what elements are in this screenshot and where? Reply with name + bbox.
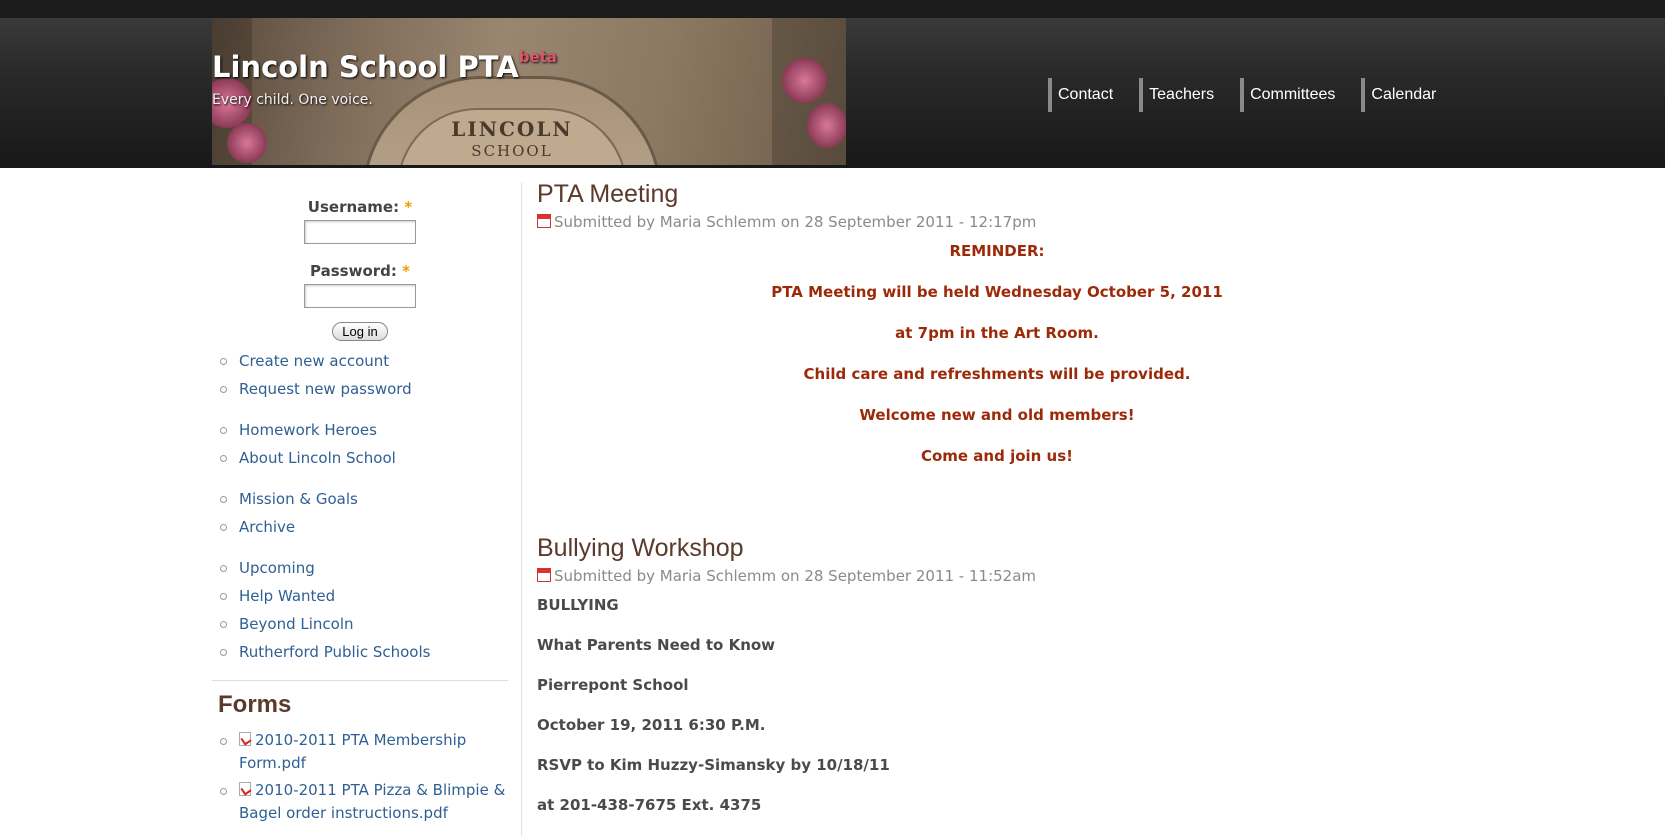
post-title[interactable]: Bullying Workshop: [537, 534, 1457, 563]
pdf-icon: [239, 732, 251, 746]
post-line: Welcome new and old members!: [859, 406, 1135, 424]
post-body: BULLYING What Parents Need to Know Pierr…: [537, 595, 1457, 816]
nav-teachers[interactable]: Teachers: [1139, 78, 1232, 112]
post-body: REMINDER: PTA Meeting will be held Wedne…: [537, 241, 1457, 467]
column-divider: [521, 182, 522, 836]
sidebar: Username: * Password: * Log in Create ne…: [212, 168, 508, 829]
post-line: Child care and refreshments will be prov…: [803, 365, 1191, 383]
post-pta-meeting: PTA Meeting Submitted by Maria Schlemm o…: [537, 180, 1457, 467]
post-line: Come and join us!: [920, 447, 1074, 465]
menu-group-3: Upcoming Help Wanted Beyond Lincoln Ruth…: [212, 554, 508, 666]
top-strip: [0, 0, 1665, 18]
post-line: at 201-438-7675 Ext. 4375: [537, 796, 762, 814]
main-content: PTA Meeting Submitted by Maria Schlemm o…: [537, 180, 1457, 835]
password-input[interactable]: [304, 284, 416, 308]
post-submitted: Submitted by Maria Schlemm on 28 Septemb…: [537, 567, 1457, 585]
site-header: LINCOLN SCHOOL Lincoln School PTAbeta Eve…: [0, 18, 1665, 168]
primary-nav: Contact Teachers Committees Calendar: [1048, 78, 1462, 112]
nav-committees[interactable]: Committees: [1240, 78, 1353, 112]
file-link[interactable]: 2010-2011 PTA Pizza & Blimpie & Bagel or…: [212, 779, 508, 825]
menu-item[interactable]: About Lincoln School: [212, 444, 508, 472]
post-submitted: Submitted by Maria Schlemm on 28 Septemb…: [537, 213, 1457, 231]
create-account-link[interactable]: Create new account: [212, 347, 508, 375]
password-label: Password: *: [310, 262, 410, 280]
username-input[interactable]: [304, 220, 416, 244]
username-label: Username: *: [307, 198, 413, 216]
forms-title: Forms: [218, 691, 292, 718]
post-bullying-workshop: Bullying Workshop Submitted by Maria Sch…: [537, 534, 1457, 816]
post-title[interactable]: PTA Meeting: [537, 180, 1457, 209]
calendar-icon: [537, 214, 551, 228]
post-line: REMINDER:: [949, 242, 1045, 260]
beta-badge: beta: [518, 48, 557, 66]
forms-list: 2010-2011 PTA Membership Form.pdf 2010-2…: [212, 729, 508, 825]
account-links: Create new account Request new password: [212, 347, 508, 403]
menu-item[interactable]: Archive: [212, 513, 508, 541]
menu-item[interactable]: Rutherford Public Schools: [212, 638, 508, 666]
post-line: Pierrepont School: [537, 676, 689, 694]
site-slogan: Every child. One voice.: [212, 92, 373, 108]
post-line: at 7pm in the Art Room.: [895, 324, 1099, 342]
post-line: What Parents Need to Know: [537, 636, 776, 654]
menu-item[interactable]: Mission & Goals: [212, 485, 508, 513]
menu-item[interactable]: Help Wanted: [212, 582, 508, 610]
sidebar-divider: [212, 680, 508, 681]
menu-group-2: Mission & Goals Archive: [212, 485, 508, 541]
menu-item[interactable]: Upcoming: [212, 554, 508, 582]
site-name[interactable]: Lincoln School PTAbeta: [212, 48, 557, 84]
file-link[interactable]: 2010-2011 PTA Membership Form.pdf: [212, 729, 508, 775]
request-password-link[interactable]: Request new password: [212, 375, 508, 403]
nav-contact[interactable]: Contact: [1048, 78, 1131, 112]
calendar-icon: [537, 568, 551, 582]
post-line: October 19, 2011 6:30 P.M.: [537, 716, 766, 734]
post-line: BULLYING: [537, 596, 619, 614]
menu-group-1: Homework Heroes About Lincoln School: [212, 416, 508, 472]
post-line: RSVP to Kim Huzzy-Simansky by 10/18/11: [537, 756, 890, 774]
login-form: Username: * Password: * Log in: [212, 168, 508, 341]
pdf-icon: [239, 782, 251, 796]
login-button[interactable]: Log in: [332, 322, 388, 341]
menu-item[interactable]: Beyond Lincoln: [212, 610, 508, 638]
banner-engraving: LINCOLN SCHOOL: [451, 117, 573, 160]
nav-calendar[interactable]: Calendar: [1361, 78, 1454, 112]
post-line: PTA Meeting will be held Wednesday Octob…: [771, 283, 1223, 301]
menu-item[interactable]: Homework Heroes: [212, 416, 508, 444]
